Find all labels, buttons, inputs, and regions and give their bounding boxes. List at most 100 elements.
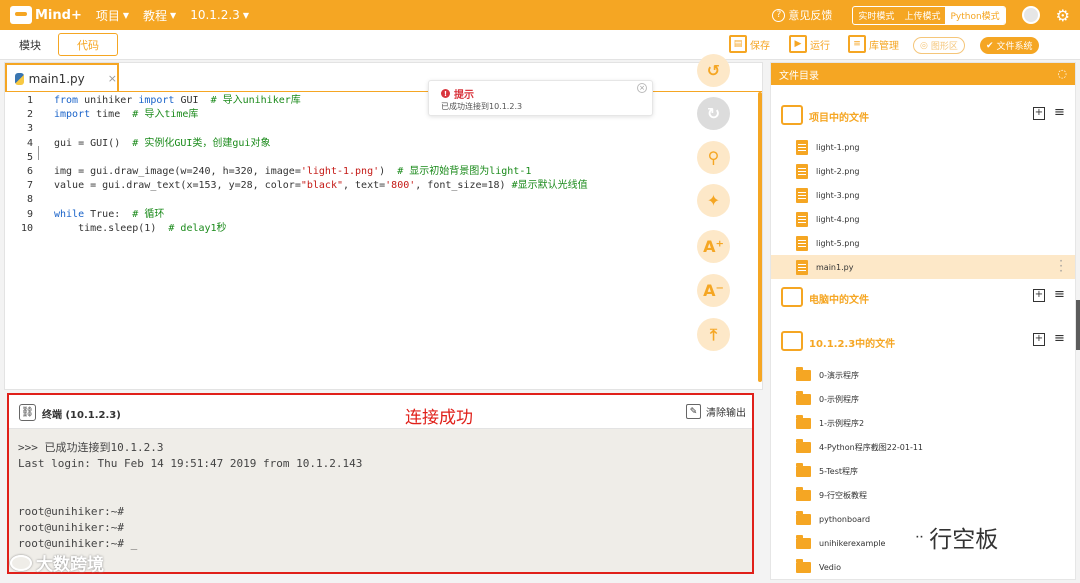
code-line: value = gui.draw_text(x=153, y=28, color… bbox=[54, 180, 588, 191]
file-item-selected[interactable]: main1.py · · · bbox=[771, 255, 1075, 279]
menu-project[interactable]: 项目 ▼ bbox=[96, 7, 129, 24]
file-icon bbox=[796, 211, 808, 227]
file-item[interactable]: light-3.png bbox=[771, 183, 1075, 207]
question-icon: ? bbox=[772, 8, 786, 22]
folder-icon bbox=[796, 486, 811, 501]
mode-realtime[interactable]: 实时模式 bbox=[853, 7, 899, 24]
close-icon[interactable]: × bbox=[108, 72, 117, 85]
terminal-panel[interactable]: ⛓ 终端 (10.1.2.3) 连接成功 ✎ 清除输出 >>> 已成功连接到10.… bbox=[7, 393, 754, 574]
list-folder-icon bbox=[781, 105, 803, 125]
add-file-icon[interactable]: + bbox=[1033, 289, 1045, 302]
menu-device[interactable]: 10.1.2.3 ▼ bbox=[190, 8, 249, 22]
link-icon[interactable]: ⛓ bbox=[19, 404, 36, 421]
section-project-files[interactable]: 项目中的文件 + ≡ bbox=[771, 102, 1075, 128]
folder-item[interactable]: 9-行空板教程 bbox=[771, 483, 1075, 507]
play-icon: ▶ bbox=[789, 35, 807, 53]
editor-scrollbar[interactable] bbox=[758, 92, 762, 382]
python-icon bbox=[15, 72, 24, 85]
wechat-icon: ᐧᐧ bbox=[915, 527, 924, 547]
robot-logo-icon bbox=[10, 6, 32, 24]
add-file-icon[interactable]: + bbox=[1033, 333, 1045, 346]
library-button[interactable]: ≡ 库管理 bbox=[848, 35, 899, 53]
file-icon bbox=[796, 187, 808, 203]
file-item[interactable]: light-2.png bbox=[771, 159, 1075, 183]
menu-icon[interactable]: ≡ bbox=[1054, 331, 1065, 346]
library-icon: ≡ bbox=[848, 35, 866, 53]
clear-output-button[interactable]: ✎ 清除输出 bbox=[686, 404, 746, 419]
folder-icon bbox=[796, 462, 811, 477]
watermark-right: ᐧᐧ 行空板 bbox=[915, 527, 999, 553]
more-options-icon[interactable]: · · · bbox=[1059, 255, 1063, 277]
watermark-logo-icon bbox=[10, 554, 32, 571]
folder-item[interactable]: Vedio bbox=[771, 555, 1075, 579]
folder-icon bbox=[796, 438, 811, 453]
app-logo[interactable]: Mind+ bbox=[10, 6, 82, 24]
refresh-icon[interactable]: ◌ bbox=[1057, 67, 1067, 80]
toast-notification: ! 提示 已成功连接到10.1.2.3 × bbox=[428, 80, 653, 116]
save-icon: ▤ bbox=[729, 35, 747, 53]
feedback-link[interactable]: ? 意见反馈 bbox=[772, 7, 832, 23]
file-item[interactable]: light-5.png bbox=[771, 231, 1075, 255]
redo-button[interactable]: ↻ bbox=[697, 97, 730, 130]
broom-icon: ✎ bbox=[686, 404, 701, 419]
window-scrollbar[interactable] bbox=[1076, 300, 1080, 350]
font-decrease-button[interactable]: A⁻ bbox=[697, 274, 730, 307]
indent-guide bbox=[38, 146, 39, 160]
caret-down-icon: ▼ bbox=[242, 10, 249, 20]
folder-icon bbox=[796, 558, 811, 573]
terminal-output[interactable]: >>> 已成功连接到10.1.2.3 Last login: Thu Feb 14… bbox=[18, 440, 362, 552]
menu-icon[interactable]: ≡ bbox=[1054, 105, 1065, 120]
undo-button[interactable]: ↺ bbox=[697, 54, 730, 87]
close-icon[interactable]: × bbox=[637, 83, 647, 93]
avatar[interactable] bbox=[1021, 6, 1040, 24]
file-item[interactable]: light-1.png bbox=[771, 135, 1075, 159]
folder-item[interactable]: 0-示例程序 bbox=[771, 387, 1075, 411]
file-icon bbox=[796, 235, 808, 251]
file-item[interactable]: light-4.png bbox=[771, 207, 1075, 231]
code-line: import time # 导入time库 bbox=[54, 109, 199, 120]
folder-item[interactable]: 1-示例程序2 bbox=[771, 411, 1075, 435]
file-icon bbox=[796, 259, 808, 275]
tab-code[interactable]: 代码 bbox=[58, 33, 118, 56]
filesystem-button[interactable]: ✔ 文件系统 bbox=[980, 37, 1039, 54]
search-button[interactable]: ⚲ bbox=[697, 141, 730, 174]
caret-down-icon: ▼ bbox=[122, 10, 130, 20]
tab-modules[interactable]: 模块 bbox=[6, 34, 54, 56]
redo-icon: ↻ bbox=[706, 104, 721, 123]
mode-python[interactable]: Python模式 bbox=[945, 6, 1005, 24]
folder-icon bbox=[796, 414, 811, 429]
circle-icon: ◎ bbox=[920, 40, 928, 51]
monitor-icon bbox=[781, 287, 803, 307]
menu-icon[interactable]: ≡ bbox=[1054, 287, 1065, 302]
check-circle-icon: ✔ bbox=[986, 40, 994, 51]
toolbar: 模块 代码 ▤ 保存 ▶ 运行 ≡ 库管理 ◎ 图形区 ✔ 文件系统 bbox=[0, 30, 1080, 60]
file-directory-panel: 文件目录 ◌ 项目中的文件 + ≡ light-1.png light-2.png… bbox=[770, 62, 1076, 580]
section-computer-files[interactable]: 电脑中的文件 + ≡ bbox=[771, 284, 1075, 310]
arrow-up-icon: ⤒ bbox=[709, 324, 718, 344]
file-tab-main1[interactable]: main1.py × bbox=[5, 63, 119, 92]
terminal-header: ⛓ 终端 (10.1.2.3) 连接成功 ✎ 清除输出 bbox=[9, 395, 752, 429]
undo-icon: ↺ bbox=[706, 61, 721, 80]
file-panel-header: 文件目录 ◌ bbox=[771, 63, 1075, 85]
alert-icon: ! bbox=[441, 89, 450, 98]
scroll-top-button[interactable]: ⤒ bbox=[697, 318, 730, 351]
add-file-icon[interactable]: + bbox=[1033, 107, 1045, 120]
folder-item[interactable]: 0-演示程序 bbox=[771, 363, 1075, 387]
connection-status-annotation: 连接成功 bbox=[405, 408, 473, 428]
sparkle-icon: ✦ bbox=[706, 191, 721, 210]
folder-icon bbox=[796, 534, 811, 549]
gear-icon[interactable]: ⚙ bbox=[1056, 6, 1070, 25]
mode-switch: 实时模式 上传模式 Python模式 bbox=[852, 5, 1006, 25]
font-increase-icon: A⁺ bbox=[703, 237, 724, 256]
mode-upload[interactable]: 上传模式 bbox=[899, 7, 945, 24]
format-button[interactable]: ✦ bbox=[697, 184, 730, 217]
run-button[interactable]: ▶ 运行 bbox=[789, 35, 830, 53]
menu-tutorial[interactable]: 教程 ▼ bbox=[143, 7, 176, 24]
save-button[interactable]: ▤ 保存 bbox=[729, 35, 770, 53]
font-increase-button[interactable]: A⁺ bbox=[697, 230, 730, 263]
graphics-button[interactable]: ◎ 图形区 bbox=[913, 37, 965, 54]
folder-item[interactable]: 5-Test程序 bbox=[771, 459, 1075, 483]
code-line: while True: # 循环 bbox=[54, 209, 165, 220]
section-device-files[interactable]: 10.1.2.3中的文件 + ≡ bbox=[771, 328, 1075, 354]
folder-item[interactable]: 4-Python程序截图22-01-11 bbox=[771, 435, 1075, 459]
